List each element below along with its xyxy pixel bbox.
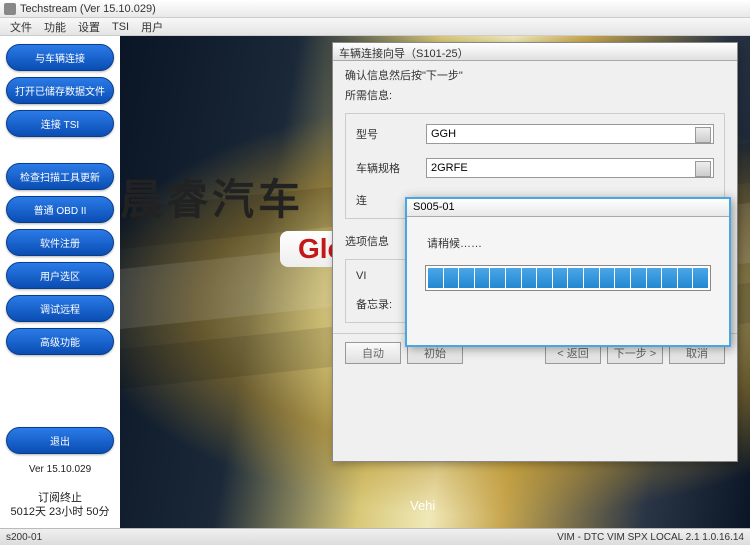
engine-combo[interactable]: 2GRFE [426, 158, 714, 178]
check-update-button[interactable]: 检查扫描工具更新 [6, 163, 114, 190]
version-label: Ver 15.10.029 [6, 464, 114, 475]
sidebar: 与车辆连接 打开已储存数据文件 连接 TSI 检查扫描工具更新 普通 OBD I… [0, 36, 120, 528]
progress-text: 请稍候…… [407, 217, 729, 265]
register-button[interactable]: 软件注册 [6, 229, 114, 256]
wizard-subtitle: 确认信息然后按"下一步" [333, 61, 737, 83]
user-area-button[interactable]: 用户选区 [6, 262, 114, 289]
model-combo[interactable]: GGH [426, 124, 714, 144]
expiry-label: 订阅终止 5012天 23小时 50分 [6, 491, 114, 520]
statusbar: s200-01 VIM - DTC VIM SPX LOCAL 2.1 1.0.… [0, 528, 750, 545]
progress-title: S005-01 [407, 199, 729, 217]
titlebar: Techstream (Ver 15.10.029) [0, 0, 750, 18]
generic-obd2-button[interactable]: 普通 OBD II [6, 196, 114, 223]
progress-bar [425, 265, 711, 291]
menu-function[interactable]: 功能 [38, 19, 72, 35]
remote-button[interactable]: 调试远程 [6, 295, 114, 322]
connect-tsi-button[interactable]: 连接 TSI [6, 110, 114, 137]
wizard-section-label: 所需信息: [333, 83, 737, 109]
engine-label: 车辆规格 [356, 160, 426, 176]
wizard-title: 车辆连接向导（S101-25） [333, 43, 737, 61]
connect-vehicle-button[interactable]: 与车辆连接 [6, 44, 114, 71]
status-left: s200-01 [6, 532, 42, 543]
menu-file[interactable]: 文件 [4, 19, 38, 35]
model-label: 型号 [356, 126, 426, 142]
status-right: VIM - DTC VIM SPX LOCAL 2.1 1.0.16.14 [557, 532, 744, 543]
app-icon [4, 3, 16, 15]
auto-button[interactable]: 自动 [345, 342, 401, 364]
main-area: 晨睿汽车 Globa Vehi 车辆连接向导（S101-25） 确认信息然后按"… [120, 36, 750, 528]
open-file-button[interactable]: 打开已储存数据文件 [6, 77, 114, 104]
menu-tsi[interactable]: TSI [106, 21, 135, 33]
menubar: 文件 功能 设置 TSI 用户 [0, 18, 750, 36]
menu-settings[interactable]: 设置 [72, 19, 106, 35]
advanced-button[interactable]: 高级功能 [6, 328, 114, 355]
vehicle-text: Vehi [410, 498, 435, 513]
exit-button[interactable]: 退出 [6, 427, 114, 454]
titlebar-text: Techstream (Ver 15.10.029) [20, 3, 156, 15]
progress-dialog: S005-01 请稍候…… [405, 197, 731, 347]
menu-user[interactable]: 用户 [135, 19, 169, 35]
